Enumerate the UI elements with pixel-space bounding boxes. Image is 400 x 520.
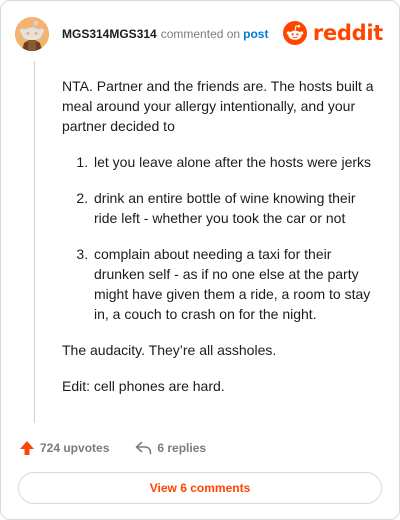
upvote-button[interactable]: 724 upvotes [19,440,109,456]
post-link[interactable]: post [243,27,268,41]
author-line: MGS314MGS314 commented on post [62,27,268,41]
comment-outro: The audacity. They’re all assholes. [62,342,277,358]
replies-button[interactable]: 6 replies [135,441,206,455]
comment-header: MGS314MGS314 commented on post reddit [15,17,385,51]
comment-list: let you leave alone after the hosts were… [62,152,382,324]
comment-intro: NTA. Partner and the friends are. The ho… [62,78,374,134]
comment-edit: Edit: cell phones are hard. [62,378,225,394]
list-item: let you leave alone after the hosts were… [92,152,382,172]
comment-actions: 724 upvotes 6 replies [19,438,381,458]
upvote-count: 724 upvotes [40,441,110,455]
reply-count: 6 replies [157,441,207,455]
list-item: drink an entire bottle of wine knowing t… [92,188,382,228]
reddit-alien-icon [282,21,307,45]
comment-body: NTA. Partner and the friends are. The ho… [62,76,382,412]
comment-card: MGS314MGS314 commented on post reddit NTA.… [0,0,400,520]
reply-arrow-icon [136,441,152,455]
author-name[interactable]: MGS314MGS314 [62,27,157,41]
view-comments-button[interactable]: View 6 comments [18,472,382,504]
commented-on-text: commented on [160,27,241,41]
upvote-arrow-icon [20,441,34,455]
thread-line[interactable] [34,61,35,423]
snoo-avatar-icon [15,17,49,51]
list-item: complain about needing a taxi for their … [92,244,382,324]
reddit-wordmark: reddit [312,21,383,45]
user-avatar[interactable] [15,17,49,51]
reddit-logo[interactable]: reddit [282,19,383,47]
